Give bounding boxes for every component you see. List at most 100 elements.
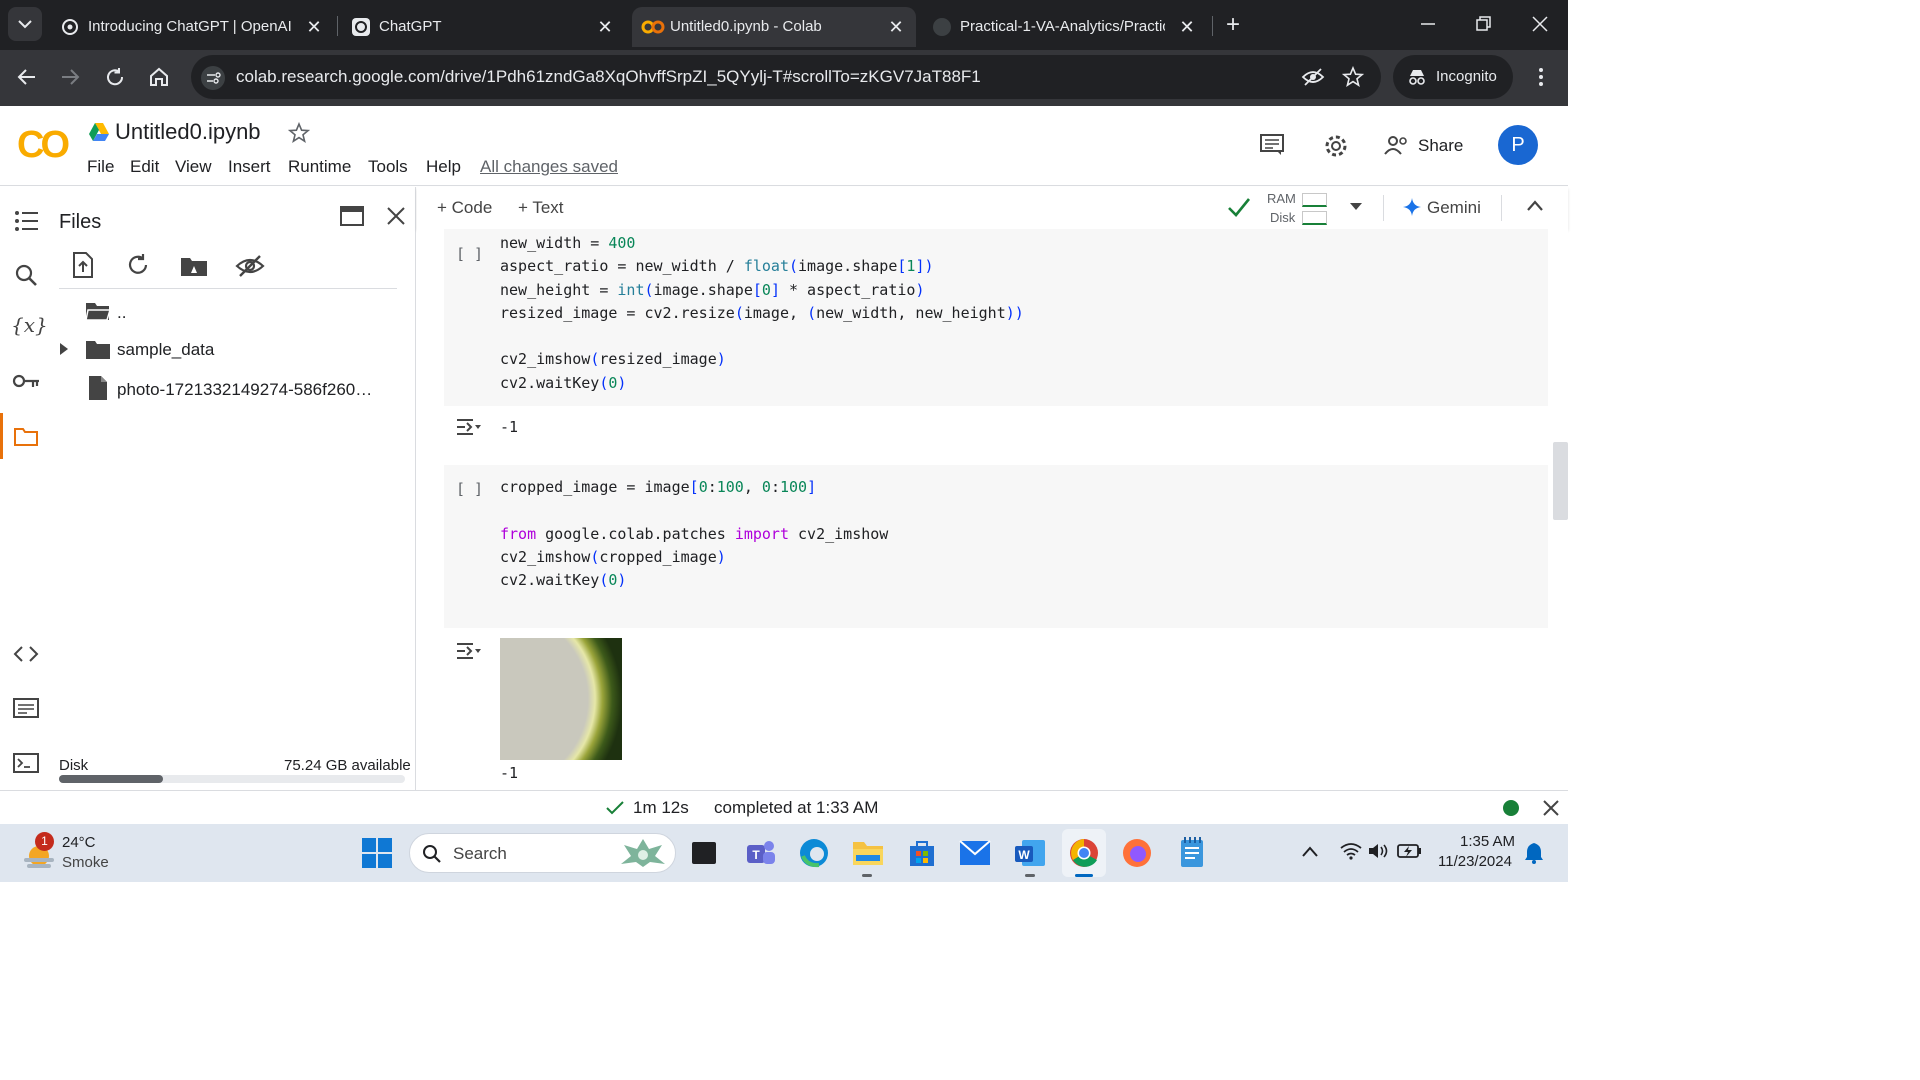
avatar[interactable]: P (1498, 125, 1538, 165)
bookmark-star-icon[interactable] (1342, 66, 1364, 88)
star-icon[interactable] (288, 122, 310, 144)
scrollbar-thumb[interactable] (1553, 442, 1568, 520)
taskbar-chrome-active[interactable] (1062, 829, 1106, 877)
run-cell-bracket[interactable]: [ ] (456, 480, 483, 498)
new-tab-icon[interactable]: + (1220, 12, 1246, 38)
upload-file-icon[interactable] (72, 252, 94, 278)
clock-time[interactable]: 1:35 AM (1460, 833, 1515, 850)
window-close-icon[interactable] (1530, 14, 1550, 34)
colab-logo[interactable]: CO (17, 124, 70, 167)
address-bar[interactable]: colab.research.google.com/drive/1Pdh61zn… (191, 55, 1381, 99)
menu-tools[interactable]: Tools (368, 157, 408, 177)
more-vert-icon[interactable] (1530, 66, 1552, 88)
forward-icon[interactable] (59, 66, 81, 88)
wifi-icon[interactable] (1340, 842, 1362, 860)
search-icon[interactable] (14, 263, 38, 287)
output-toggle-icon[interactable] (455, 639, 483, 663)
command-palette-icon[interactable] (13, 697, 39, 719)
resource-monitor[interactable]: RAM Disk (1267, 189, 1329, 229)
hide-files-icon[interactable] (235, 254, 265, 278)
open-in-tab-icon[interactable] (340, 206, 364, 226)
teams-icon[interactable]: T (745, 838, 777, 868)
share-button[interactable]: Share (1418, 136, 1463, 156)
tab-openai[interactable]: Introducing ChatGPT | OpenAI ✕ (50, 7, 332, 47)
code-snippets-icon[interactable] (13, 645, 39, 663)
code-cell[interactable]: [ ] cropped_image = image[0:100, 0:100] … (444, 465, 1548, 628)
tab-github[interactable]: Practical-1-VA-Analytics/Practic ✕ (922, 7, 1206, 47)
output-toggle-icon[interactable] (455, 415, 483, 439)
eye-off-icon[interactable] (1301, 67, 1325, 87)
notebook-name[interactable]: Untitled0.ipynb (115, 119, 261, 145)
code-editor[interactable]: new_width = 400 aspect_ratio = new_width… (500, 232, 1024, 395)
variables-icon[interactable]: {x} (11, 313, 48, 337)
clock-date[interactable]: 11/23/2024 (1438, 853, 1512, 870)
comments-icon[interactable] (1259, 133, 1285, 157)
code-cell[interactable]: [ ] new_width = 400 aspect_ratio = new_w… (444, 229, 1548, 406)
notepad-icon[interactable] (1179, 836, 1205, 868)
menu-view[interactable]: View (175, 157, 212, 177)
minimize-icon[interactable] (1418, 14, 1438, 34)
connected-check-icon[interactable] (1227, 196, 1251, 218)
site-info-icon[interactable] (201, 66, 225, 90)
tab-colab[interactable]: Untitled0.ipynb - Colab ✕ (632, 7, 916, 47)
menu-insert[interactable]: Insert (228, 157, 271, 177)
code-editor[interactable]: cropped_image = image[0:100, 0:100] from… (500, 476, 888, 592)
runtime-status-dot[interactable] (1503, 800, 1519, 816)
back-icon[interactable] (16, 66, 38, 88)
menu-runtime[interactable]: Runtime (288, 157, 351, 177)
taskbar-search[interactable]: Search (409, 833, 676, 873)
close-status-icon[interactable] (1542, 799, 1560, 817)
menu-help[interactable]: Help (426, 157, 461, 177)
file-item-photo[interactable]: photo-1721332149274-586f260… (50, 371, 416, 407)
close-icon[interactable]: ✕ (886, 17, 906, 37)
mail-icon[interactable] (959, 840, 991, 866)
run-cell-bracket[interactable]: [ ] (456, 245, 483, 263)
close-panel-icon[interactable] (386, 206, 406, 226)
close-icon[interactable]: ✕ (1177, 17, 1197, 37)
restore-icon[interactable] (1473, 14, 1493, 34)
settings-gear-icon[interactable] (1323, 133, 1349, 159)
file-name: sample_data (117, 340, 215, 359)
table-of-contents-icon[interactable] (14, 210, 38, 232)
firefox-icon[interactable] (1122, 838, 1152, 868)
word-icon[interactable]: W (1014, 838, 1046, 868)
tab-chatgpt[interactable]: ChatGPT ✕ (341, 7, 625, 47)
tab-search-button[interactable] (8, 7, 42, 41)
file-item-parent[interactable]: .. (50, 293, 416, 329)
menu-edit[interactable]: Edit (130, 157, 159, 177)
battery-charging-icon[interactable] (1397, 842, 1423, 860)
close-icon[interactable]: ✕ (304, 17, 324, 37)
weather-temp: 24°C (62, 834, 96, 851)
notification-bell-icon[interactable] (1524, 842, 1544, 864)
add-code-button[interactable]: + Code (437, 198, 492, 218)
home-icon[interactable] (148, 66, 170, 88)
caret-down-icon[interactable] (1349, 202, 1363, 212)
google-drive-icon[interactable] (88, 122, 110, 142)
close-icon[interactable]: ✕ (595, 17, 615, 37)
refresh-icon[interactable] (126, 253, 150, 277)
windows-start-icon[interactable] (362, 838, 392, 868)
terminal-icon[interactable] (13, 752, 39, 774)
add-text-button[interactable]: + Text (518, 198, 564, 218)
incognito-indicator[interactable]: Incognito (1393, 55, 1513, 99)
folder-icon[interactable] (13, 425, 39, 447)
edge-icon[interactable] (799, 838, 829, 868)
task-view-icon[interactable] (692, 842, 716, 864)
file-explorer-icon[interactable] (852, 838, 884, 866)
share-people-icon[interactable] (1384, 135, 1410, 155)
weather-widget[interactable]: 1 24°C Smoke (18, 830, 128, 876)
mount-drive-icon[interactable] (180, 255, 208, 277)
show-hidden-icons-chevron[interactable] (1302, 846, 1318, 858)
microsoft-store-icon[interactable] (907, 838, 937, 868)
volume-icon[interactable] (1368, 842, 1390, 860)
secrets-key-icon[interactable] (12, 373, 40, 389)
save-status[interactable]: All changes saved (480, 157, 618, 177)
reload-icon[interactable] (104, 66, 126, 88)
execution-duration[interactable]: 1m 12s (633, 798, 689, 818)
collapse-header-icon[interactable] (1527, 200, 1543, 212)
code-line: new_height = int(image.shape[0] * aspect… (500, 280, 925, 299)
ram-meter (1302, 193, 1327, 207)
file-item-sample-data[interactable]: sample_data (50, 331, 416, 367)
menu-file[interactable]: File (87, 157, 114, 177)
expand-arrow-icon[interactable] (58, 342, 70, 356)
